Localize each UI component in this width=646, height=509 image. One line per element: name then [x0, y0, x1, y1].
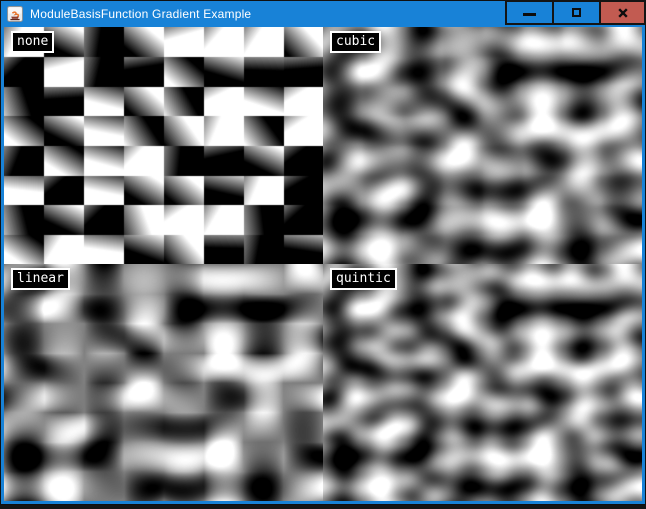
- panel-label-none: none: [11, 31, 54, 53]
- noise-panel-none: none: [4, 27, 323, 264]
- close-button[interactable]: [599, 0, 646, 25]
- noise-panel-linear: linear: [4, 264, 323, 501]
- window-controls: [505, 0, 646, 25]
- titlebar[interactable]: ModuleBasisFunction Gradient Example: [1, 1, 645, 27]
- maximize-button[interactable]: [552, 0, 599, 25]
- close-x-icon: [616, 6, 630, 20]
- maximize-square-icon: [572, 8, 581, 17]
- noise-canvas-cubic: [323, 27, 642, 264]
- app-window: ModuleBasisFunction Gradient Example non…: [0, 0, 646, 505]
- noise-panel-cubic: cubic: [323, 27, 642, 264]
- noise-grid: none cubic linear quintic: [4, 27, 642, 501]
- noise-canvas-linear: [4, 264, 323, 501]
- java-coffee-cup-icon: [7, 6, 23, 22]
- panel-label-cubic: cubic: [330, 31, 381, 53]
- noise-canvas-none: [4, 27, 323, 264]
- panel-label-quintic: quintic: [330, 268, 397, 290]
- window-title: ModuleBasisFunction Gradient Example: [30, 1, 251, 27]
- panel-label-linear: linear: [11, 268, 70, 290]
- minimize-dash-icon: [523, 13, 536, 16]
- noise-canvas-quintic: [323, 264, 642, 501]
- noise-panel-quintic: quintic: [323, 264, 642, 501]
- minimize-button[interactable]: [505, 0, 552, 25]
